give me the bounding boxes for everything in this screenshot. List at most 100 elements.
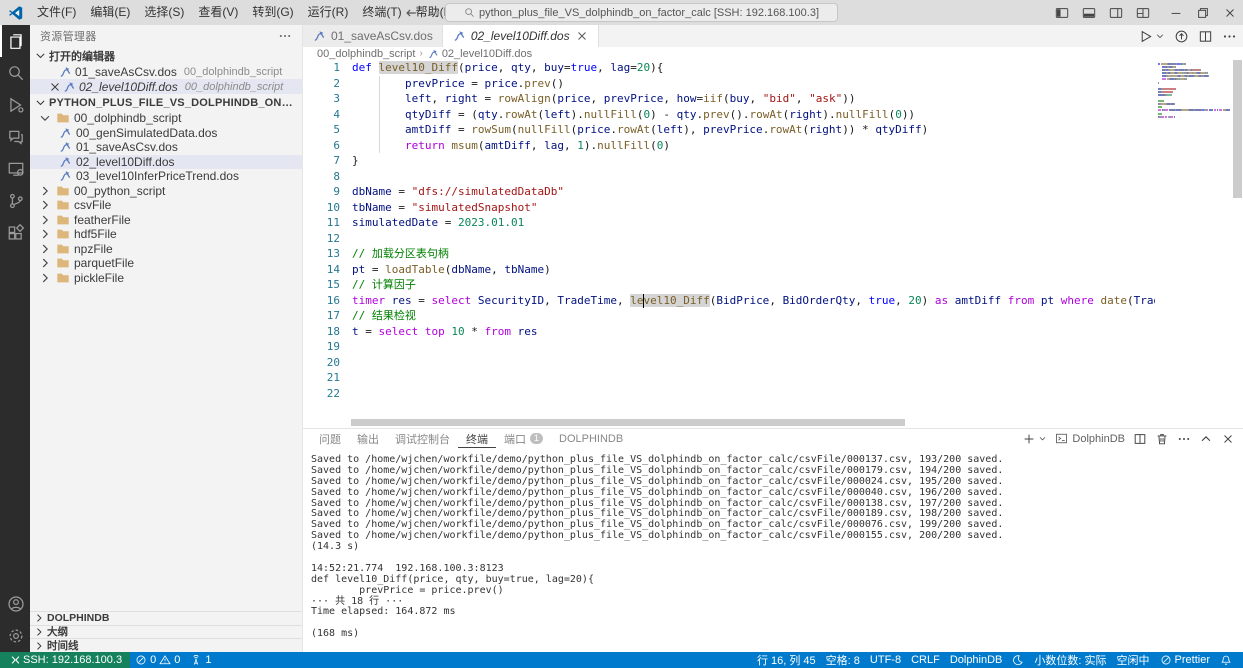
minimize-window-icon[interactable] bbox=[1169, 6, 1183, 20]
navigate-back-icon[interactable] bbox=[404, 6, 418, 20]
indentation-status[interactable]: 空格: 8 bbox=[821, 652, 865, 668]
activity-item-files[interactable] bbox=[0, 25, 30, 57]
prettier-status[interactable]: Prettier bbox=[1155, 652, 1215, 668]
tree-item-featherFile[interactable]: featherFile bbox=[30, 213, 302, 228]
editor-tab-02_level10Diff.dos[interactable]: 02_level10Diff.dos bbox=[443, 25, 599, 47]
terminal-instance-selector[interactable]: DolphinDB bbox=[1055, 432, 1125, 445]
panel-tab-调试控制台[interactable]: 调试控制台 bbox=[387, 429, 458, 448]
breadcrumb: 00_dolphindb_script › 02_level10Diff.dos bbox=[303, 47, 1243, 60]
ports-status[interactable]: 1 bbox=[185, 652, 216, 668]
activity-item-remote-explorer[interactable] bbox=[0, 153, 30, 185]
tree-item-00_genSimulatedData.dos[interactable]: 00_genSimulatedData.dos bbox=[30, 126, 302, 141]
editor-tab-01_saveAsCsv.dos[interactable]: 01_saveAsCsv.dos bbox=[303, 25, 443, 47]
vertical-scrollbar[interactable] bbox=[1233, 60, 1242, 198]
activity-item-account[interactable] bbox=[0, 588, 30, 620]
toggle-sidebar-icon[interactable] bbox=[1055, 6, 1069, 20]
project-root-header[interactable]: PYTHON_PLUS_FILE_VS_DOLPHINDB_ON_FACTOR_… bbox=[30, 94, 302, 111]
tree-item-pickleFile[interactable]: pickleFile bbox=[30, 271, 302, 286]
command-center-search[interactable]: python_plus_file_VS_dolphindb_on_factor_… bbox=[445, 3, 838, 22]
panel-tab-问题[interactable]: 问题 bbox=[311, 429, 349, 448]
explorer-more-actions-icon[interactable] bbox=[278, 29, 292, 43]
activity-item-run-debug[interactable] bbox=[0, 89, 30, 121]
code-editor[interactable]: 1def level10_Diff(price, qty, buy=true, … bbox=[303, 60, 1243, 428]
account-icon bbox=[7, 595, 25, 613]
breadcrumb-file[interactable]: 02_level10Diff.dos bbox=[442, 48, 532, 60]
activity-item-search[interactable] bbox=[0, 57, 30, 89]
open-editor-item[interactable]: 01_saveAsCsv.dos00_dolphindb_script bbox=[30, 64, 302, 79]
tree-item-01_saveAsCsv.dos[interactable]: 01_saveAsCsv.dos bbox=[30, 140, 302, 155]
menu-item-1[interactable]: 编辑(E) bbox=[83, 0, 137, 25]
navigate-forward-icon[interactable] bbox=[428, 6, 442, 20]
activity-item-comments[interactable] bbox=[0, 121, 30, 153]
tree-item-parquetFile[interactable]: parquetFile bbox=[30, 256, 302, 271]
customize-layout-icon[interactable] bbox=[1136, 6, 1150, 20]
breadcrumb-folder[interactable]: 00_dolphindb_script bbox=[317, 48, 415, 60]
cursor-position-status[interactable]: 行 16, 列 45 bbox=[752, 652, 821, 668]
split-terminal-icon[interactable] bbox=[1133, 432, 1147, 446]
dolphindb-file-icon bbox=[62, 80, 76, 94]
split-editor-icon[interactable] bbox=[1198, 29, 1213, 44]
terminal-dropdown-chevron-icon[interactable] bbox=[1038, 434, 1047, 443]
tree-item-npzFile[interactable]: npzFile bbox=[30, 242, 302, 257]
toggle-panel-icon[interactable] bbox=[1082, 6, 1096, 20]
menu-item-4[interactable]: 转到(G) bbox=[245, 0, 300, 25]
upload-sync-icon[interactable] bbox=[1174, 29, 1189, 44]
panel-tab-终端[interactable]: 终端 bbox=[458, 429, 496, 448]
run-file-icon[interactable] bbox=[1138, 29, 1153, 44]
new-terminal-icon[interactable] bbox=[1022, 432, 1036, 446]
menu-item-3[interactable]: 查看(V) bbox=[191, 0, 245, 25]
editor-more-actions-icon[interactable] bbox=[1222, 29, 1237, 44]
idle-status[interactable]: 空闲中 bbox=[1112, 652, 1155, 668]
menu-item-2[interactable]: 选择(S) bbox=[137, 0, 191, 25]
decimals-status[interactable]: 小数位数: 实际 bbox=[1029, 652, 1111, 668]
notifications-bell[interactable] bbox=[1215, 652, 1237, 668]
tree-item-hdf5File[interactable]: hdf5File bbox=[30, 227, 302, 242]
tree-item-label: 00_genSimulatedData.dos bbox=[76, 126, 217, 140]
tree-item-csvFile[interactable]: csvFile bbox=[30, 198, 302, 213]
minimap[interactable] bbox=[1158, 63, 1230, 131]
activity-item-extensions[interactable] bbox=[0, 217, 30, 249]
minimap-line bbox=[1158, 69, 1230, 71]
close-editor-icon[interactable] bbox=[48, 80, 62, 94]
text-cursor bbox=[643, 294, 644, 308]
close-panel-icon[interactable] bbox=[1221, 432, 1235, 446]
sidebar-section-2[interactable]: 时间线 bbox=[30, 638, 302, 652]
tree-item-02_level10Diff.dos[interactable]: 02_level10Diff.dos bbox=[30, 155, 302, 170]
toggle-secondary-sidebar-icon[interactable] bbox=[1109, 6, 1123, 20]
sidebar-section-1[interactable]: 大纲 bbox=[30, 625, 302, 639]
close-window-icon[interactable] bbox=[1223, 6, 1237, 20]
terminal-output[interactable]: Saved to /home/wjchen/workfile/demo/pyth… bbox=[303, 448, 1243, 652]
activity-item-source-control[interactable] bbox=[0, 185, 30, 217]
remote-indicator[interactable]: SSH: 192.168.100.3 bbox=[0, 652, 130, 668]
horizontal-scrollbar[interactable] bbox=[351, 419, 905, 426]
tree-item-00_dolphindb_script[interactable]: 00_dolphindb_script bbox=[30, 111, 302, 126]
menu-item-0[interactable]: 文件(F) bbox=[30, 0, 83, 25]
tree-item-03_level10InferPriceTrend.dos[interactable]: 03_level10InferPriceTrend.dos bbox=[30, 169, 302, 184]
dolphindb-connection-status[interactable] bbox=[1007, 652, 1029, 668]
open-editor-item[interactable]: 02_level10Diff.dos00_dolphindb_script bbox=[30, 79, 302, 94]
restore-window-icon[interactable] bbox=[1196, 6, 1210, 20]
maximize-panel-icon[interactable] bbox=[1199, 432, 1213, 446]
panel-tab-输出[interactable]: 输出 bbox=[349, 429, 387, 448]
menu-item-5[interactable]: 运行(R) bbox=[301, 0, 356, 25]
problems-status[interactable]: 0 0 bbox=[130, 652, 185, 668]
run-dropdown-chevron-icon[interactable] bbox=[1155, 31, 1165, 41]
chevron-down-icon bbox=[34, 96, 47, 109]
panel-tab-端口[interactable]: 端口1 bbox=[496, 429, 551, 448]
sidebar-section-label: DOLPHINDB bbox=[47, 612, 109, 624]
tree-item-00_python_script[interactable]: 00_python_script bbox=[30, 184, 302, 199]
activity-item-settings-gear[interactable] bbox=[0, 620, 30, 652]
kill-terminal-icon[interactable] bbox=[1155, 432, 1169, 446]
panel-more-actions-icon[interactable] bbox=[1177, 432, 1191, 446]
sidebar-section-0[interactable]: DOLPHINDB bbox=[30, 611, 302, 625]
language-mode-status[interactable]: DolphinDB bbox=[945, 652, 1008, 668]
panel-tab-DOLPHINDB[interactable]: DOLPHINDB bbox=[551, 429, 631, 448]
folder-icon bbox=[56, 111, 70, 125]
dolphindb-file-icon bbox=[58, 65, 72, 79]
close-tab-icon[interactable] bbox=[575, 29, 589, 43]
encoding-status[interactable]: UTF-8 bbox=[865, 652, 906, 668]
eol-status[interactable]: CRLF bbox=[906, 652, 945, 668]
menu-item-6[interactable]: 终端(T) bbox=[355, 0, 408, 25]
editor-tabs-bar: 01_saveAsCsv.dos02_level10Diff.dos bbox=[303, 25, 1243, 47]
open-editors-header[interactable]: 打开的编辑器 bbox=[30, 47, 302, 64]
